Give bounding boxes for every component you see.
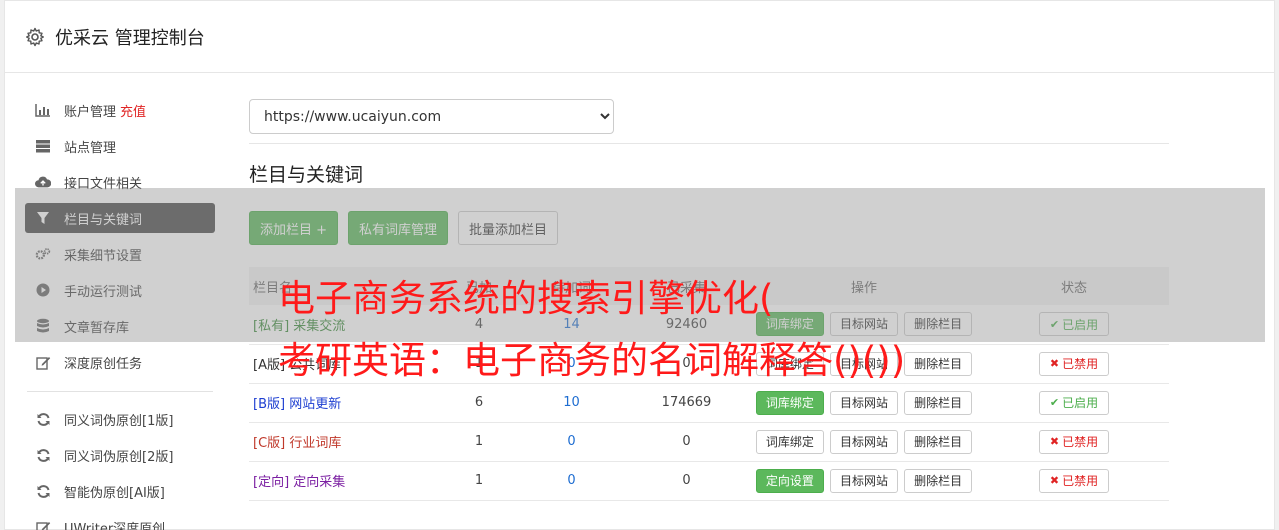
cell-actions: 词库绑定 目标网站 删除栏目: [749, 383, 979, 422]
status-label: 已启用: [1062, 396, 1099, 410]
cell-actions: 词库绑定 目标网站 删除栏目: [749, 422, 979, 461]
refresh-icon: [35, 447, 51, 463]
column-name-text[interactable]: [C版] 行业词库: [253, 436, 341, 451]
site-select[interactable]: https://www.ucaiyun.com: [249, 99, 614, 134]
table-row: [B版] 网站更新 6 10 174669 词库绑定 目标网站 删除栏目 ✔ 已启用: [249, 383, 1169, 422]
sidebar-item-label: 智能伪原创[AI版]: [64, 485, 165, 501]
sidebar-item-label: 同义词伪原创[1版]: [64, 413, 174, 429]
status-label: 已禁用: [1062, 474, 1099, 488]
delete-column-button[interactable]: 删除栏目: [904, 390, 973, 415]
status-toggle[interactable]: ✖ 已禁用: [1038, 429, 1110, 454]
cell-added: 6: [474, 395, 484, 410]
table-row: [C版] 行业词库 1 0 0 词库绑定 目标网站 删除栏目 ✖ 已禁用: [249, 422, 1169, 461]
status-toggle[interactable]: ✖ 已禁用: [1038, 468, 1110, 493]
cell-status: ✖ 已禁用: [979, 461, 1169, 500]
refresh-icon: [35, 411, 51, 427]
cell-collected: 0: [682, 473, 691, 488]
overlay-headline-line1: 电子商务系统的搜索引擎优化(: [278, 277, 774, 320]
refresh-icon: [35, 483, 51, 499]
column-name[interactable]: [定向] 定向采集: [249, 461, 439, 500]
bind-lib-button[interactable]: 词库绑定: [755, 390, 824, 415]
edit-icon: [35, 354, 51, 370]
column-name[interactable]: [C版] 行业词库: [249, 422, 439, 461]
cell-pending: 0: [567, 473, 576, 488]
sidebar-item-label: UWriter深度原创: [64, 521, 166, 530]
cell-actions: 定向设置 目标网站 删除栏目: [749, 461, 979, 500]
sidebar-item-synonym-v1[interactable]: 同义词伪原创[1版]: [25, 404, 215, 434]
column-name-text[interactable]: [定向] 定向采集: [253, 475, 345, 490]
delete-column-button[interactable]: 删除栏目: [904, 429, 973, 454]
gear-icon: [26, 27, 44, 46]
cross-icon: ✖: [1049, 474, 1060, 487]
status-label: 已禁用: [1062, 435, 1099, 449]
delete-column-button[interactable]: 删除栏目: [904, 468, 973, 493]
edit-icon: [35, 519, 51, 530]
cross-icon: ✖: [1049, 357, 1060, 370]
bar-chart-icon: [35, 102, 51, 118]
column-name-text[interactable]: [B版] 网站更新: [253, 397, 341, 412]
cell-status: ✔ 已启用: [979, 383, 1169, 422]
sidebar-item-sites[interactable]: 站点管理: [25, 131, 215, 161]
panel-header: 优采云 管理控制台: [5, 1, 1274, 73]
cell-pending: 10: [563, 395, 580, 410]
table-row: [定向] 定向采集 1 0 0 定向设置 目标网站 删除栏目 ✖ 已禁用: [249, 461, 1169, 500]
sidebar-item-label: 深度原创任务: [64, 356, 143, 372]
cell-status: ✖ 已禁用: [979, 422, 1169, 461]
status-toggle[interactable]: ✖ 已禁用: [1038, 351, 1110, 376]
column-name[interactable]: [B版] 网站更新: [249, 383, 439, 422]
sidebar-item-synonym-v2[interactable]: 同义词伪原创[2版]: [25, 440, 215, 470]
divider: [249, 143, 1169, 144]
cell-pending: 0: [567, 434, 576, 449]
recharge-link[interactable]: 充值: [120, 101, 146, 120]
target-site-button[interactable]: 目标网站: [829, 468, 898, 493]
sidebar-item-deep-original[interactable]: 深度原创任务: [25, 347, 215, 377]
sidebar-item-account[interactable]: 账户管理 充值: [25, 95, 215, 125]
bind-lib-button[interactable]: 词库绑定: [755, 429, 824, 454]
cell-status: ✖ 已禁用: [979, 344, 1169, 383]
target-site-button[interactable]: 目标网站: [829, 429, 898, 454]
cross-icon: ✖: [1049, 435, 1060, 448]
check-icon: ✔: [1049, 396, 1060, 409]
delete-column-button[interactable]: 删除栏目: [904, 351, 973, 376]
sidebar-item-label: 站点管理: [64, 140, 117, 156]
status-toggle[interactable]: ✔ 已启用: [1038, 390, 1110, 415]
page-title: 优采云 管理控制台: [55, 27, 205, 49]
sidebar-item-ai-rewrite[interactable]: 智能伪原创[AI版]: [25, 476, 215, 506]
sidebar-item-label: 账户管理: [64, 104, 117, 120]
overlay-headline-line2: 考研英语：电子商务的名词解释答()()): [278, 339, 906, 382]
sidebar-item-uwriter[interactable]: UWriter深度原创: [25, 512, 215, 530]
cell-added: 1: [474, 434, 484, 449]
bind-lib-button[interactable]: 定向设置: [755, 468, 824, 493]
target-site-button[interactable]: 目标网站: [829, 390, 898, 415]
cell-added: 1: [474, 473, 484, 488]
sidebar-item-label: 同义词伪原创[2版]: [64, 449, 174, 465]
section-title: 栏目与关键词: [249, 164, 364, 186]
server-icon: [35, 138, 51, 154]
sidebar-divider: [27, 391, 213, 392]
status-label: 已禁用: [1062, 357, 1099, 371]
cell-collected: 0: [682, 434, 691, 449]
cell-collected: 174669: [661, 395, 712, 410]
